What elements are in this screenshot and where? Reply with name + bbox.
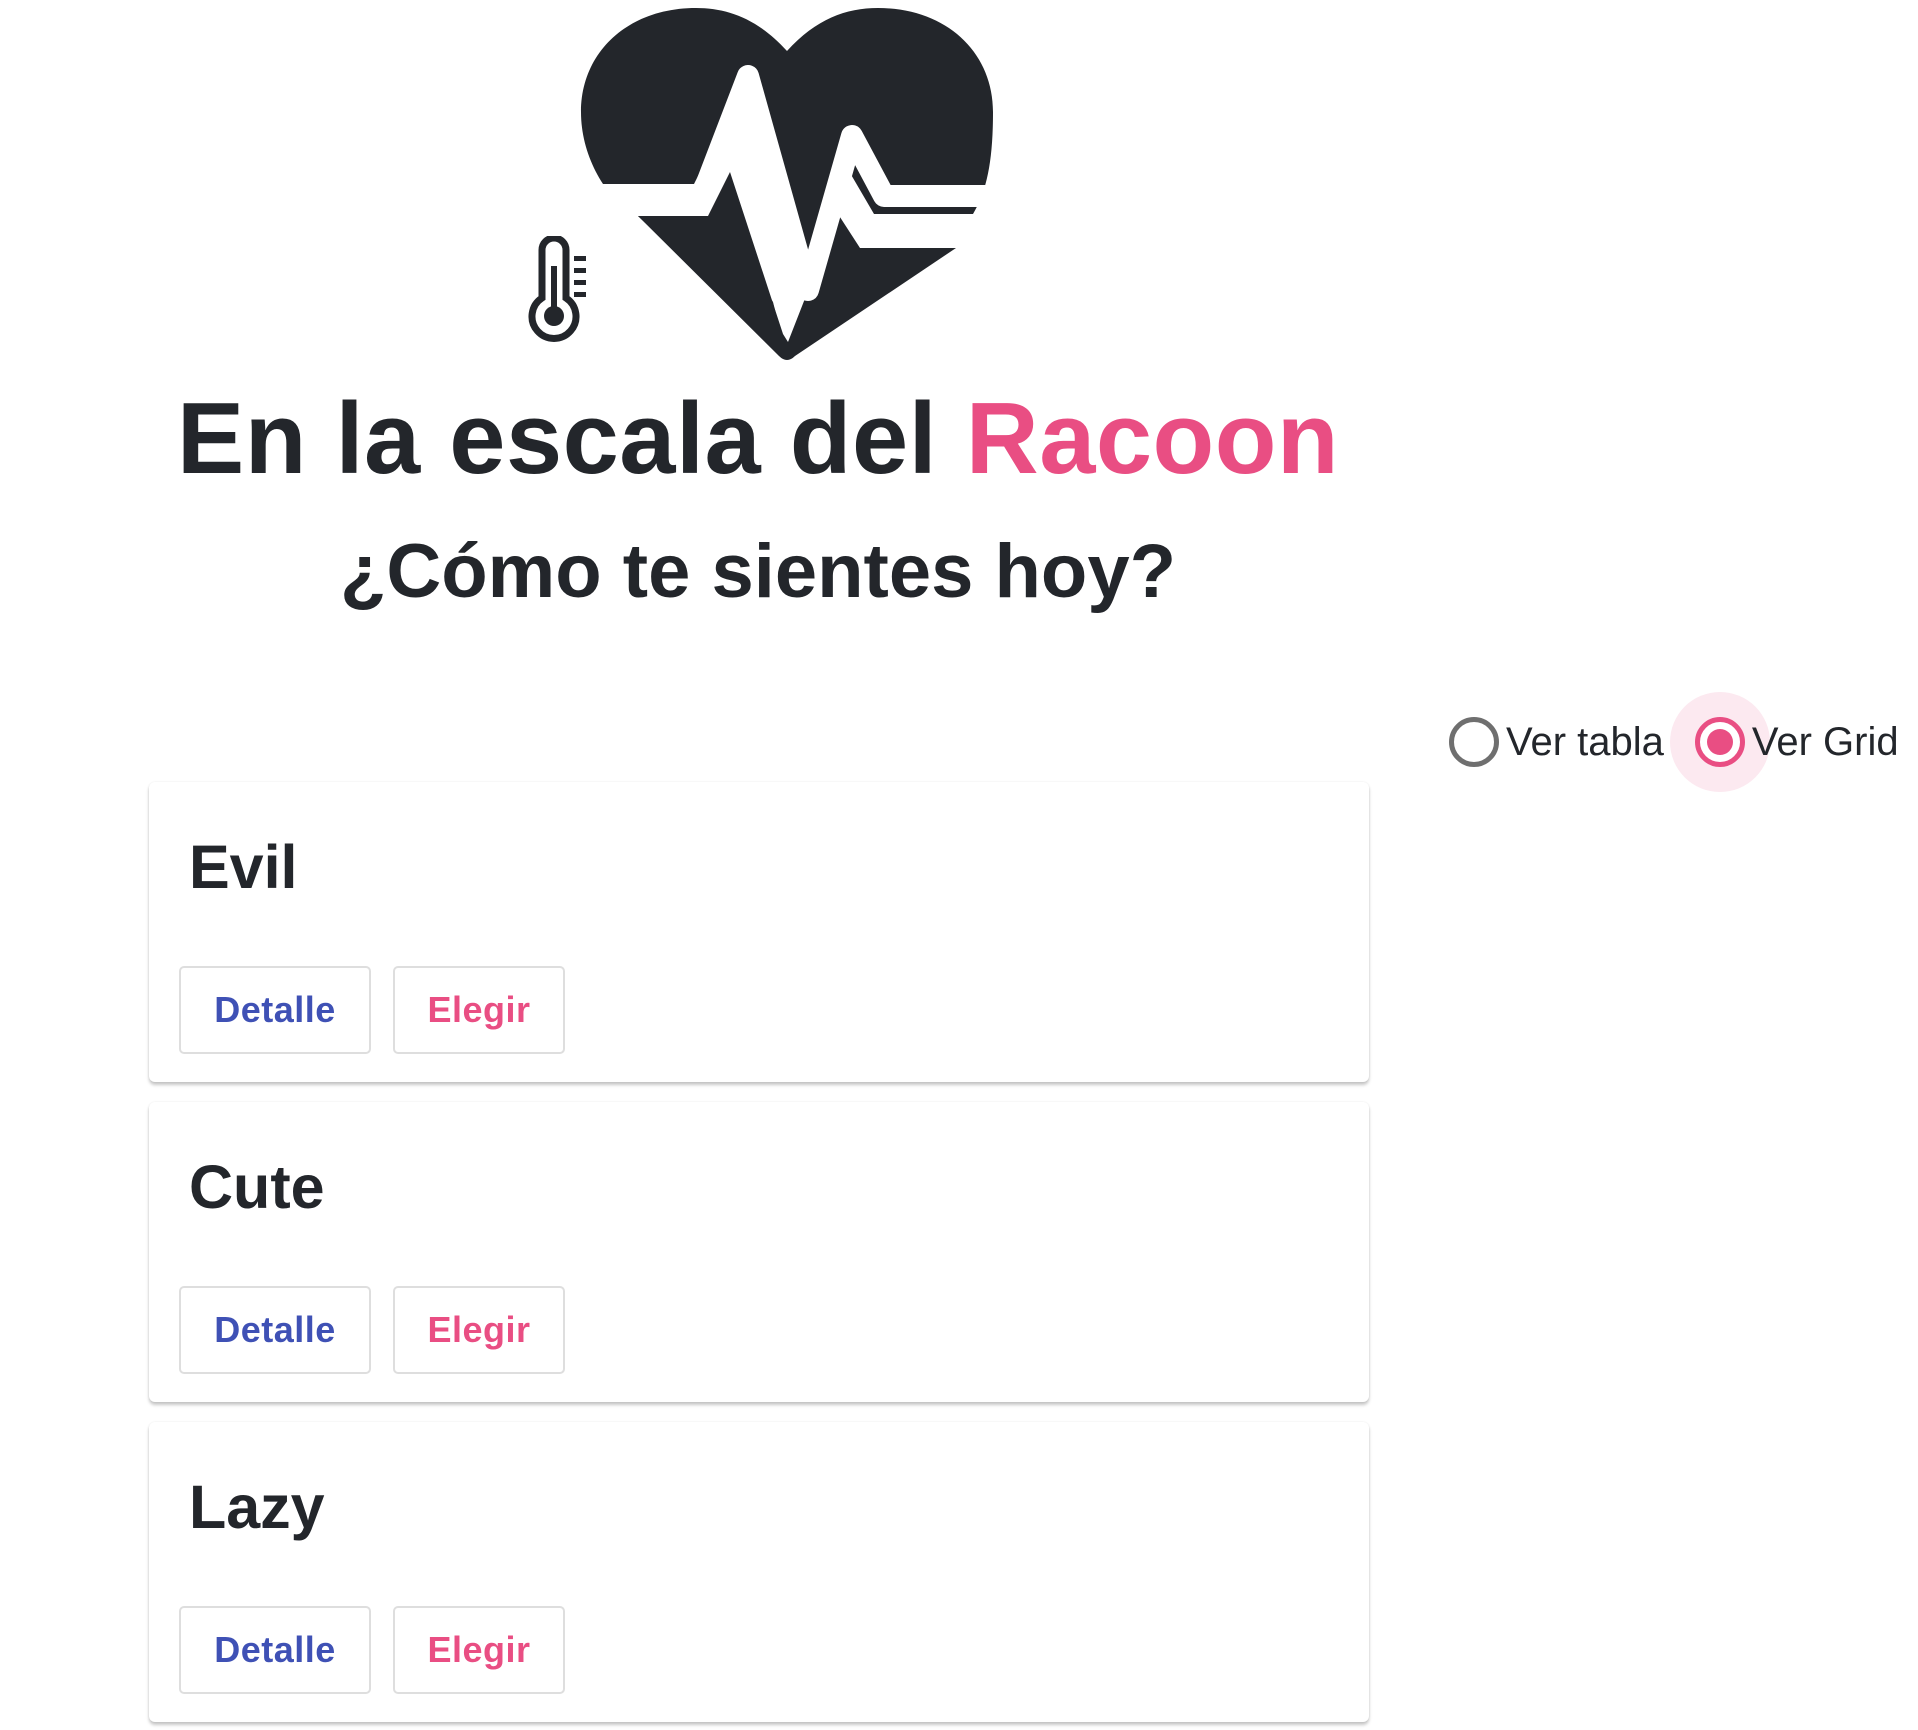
radio-dot xyxy=(1706,729,1733,755)
detail-button[interactable]: Detalle xyxy=(179,966,371,1054)
page-subtitle: ¿Cómo te sientes hoy? xyxy=(339,529,1177,614)
choose-button[interactable]: Elegir xyxy=(393,1286,565,1374)
card-actions: Detalle Elegir xyxy=(179,1286,565,1374)
card-actions: Detalle Elegir xyxy=(179,966,565,1054)
radio-ver-tabla[interactable]: Ver tabla xyxy=(1448,692,1664,792)
detail-button[interactable]: Detalle xyxy=(179,1286,371,1374)
page-title: En la escala del Racoon xyxy=(0,383,1516,495)
page: En la escala del Racoon ¿Cómo te sientes… xyxy=(0,0,1918,1730)
detail-button[interactable]: Detalle xyxy=(179,1606,371,1694)
heart-pulse-icon xyxy=(578,8,996,360)
radio-label-tabla: Ver tabla xyxy=(1506,719,1664,764)
mood-card: Evil Detalle Elegir xyxy=(149,782,1369,1082)
mood-card: Lazy Detalle Elegir xyxy=(149,1422,1369,1722)
radio-label-grid: Ver Grid xyxy=(1751,719,1899,764)
view-toggle: Ver tabla Ver Grid xyxy=(1448,692,1899,792)
radio-checked-icon[interactable] xyxy=(1694,717,1745,767)
mood-card-title: Evil xyxy=(189,833,298,901)
mood-card: Cute Detalle Elegir xyxy=(149,1102,1369,1402)
mood-card-title: Lazy xyxy=(189,1473,325,1541)
radio-unchecked-icon[interactable] xyxy=(1449,717,1499,767)
title-accent: Racoon xyxy=(965,383,1340,495)
card-actions: Detalle Elegir xyxy=(179,1606,565,1694)
thermometer-icon xyxy=(528,236,586,342)
radio-ver-grid[interactable]: Ver Grid xyxy=(1669,692,1899,792)
mood-card-title: Cute xyxy=(189,1153,325,1221)
choose-button[interactable]: Elegir xyxy=(393,1606,565,1694)
choose-button[interactable]: Elegir xyxy=(393,966,565,1054)
title-prefix: En la escala del xyxy=(176,383,966,495)
mood-card-list: Evil Detalle Elegir Cute Detalle Elegir … xyxy=(149,782,1369,1730)
